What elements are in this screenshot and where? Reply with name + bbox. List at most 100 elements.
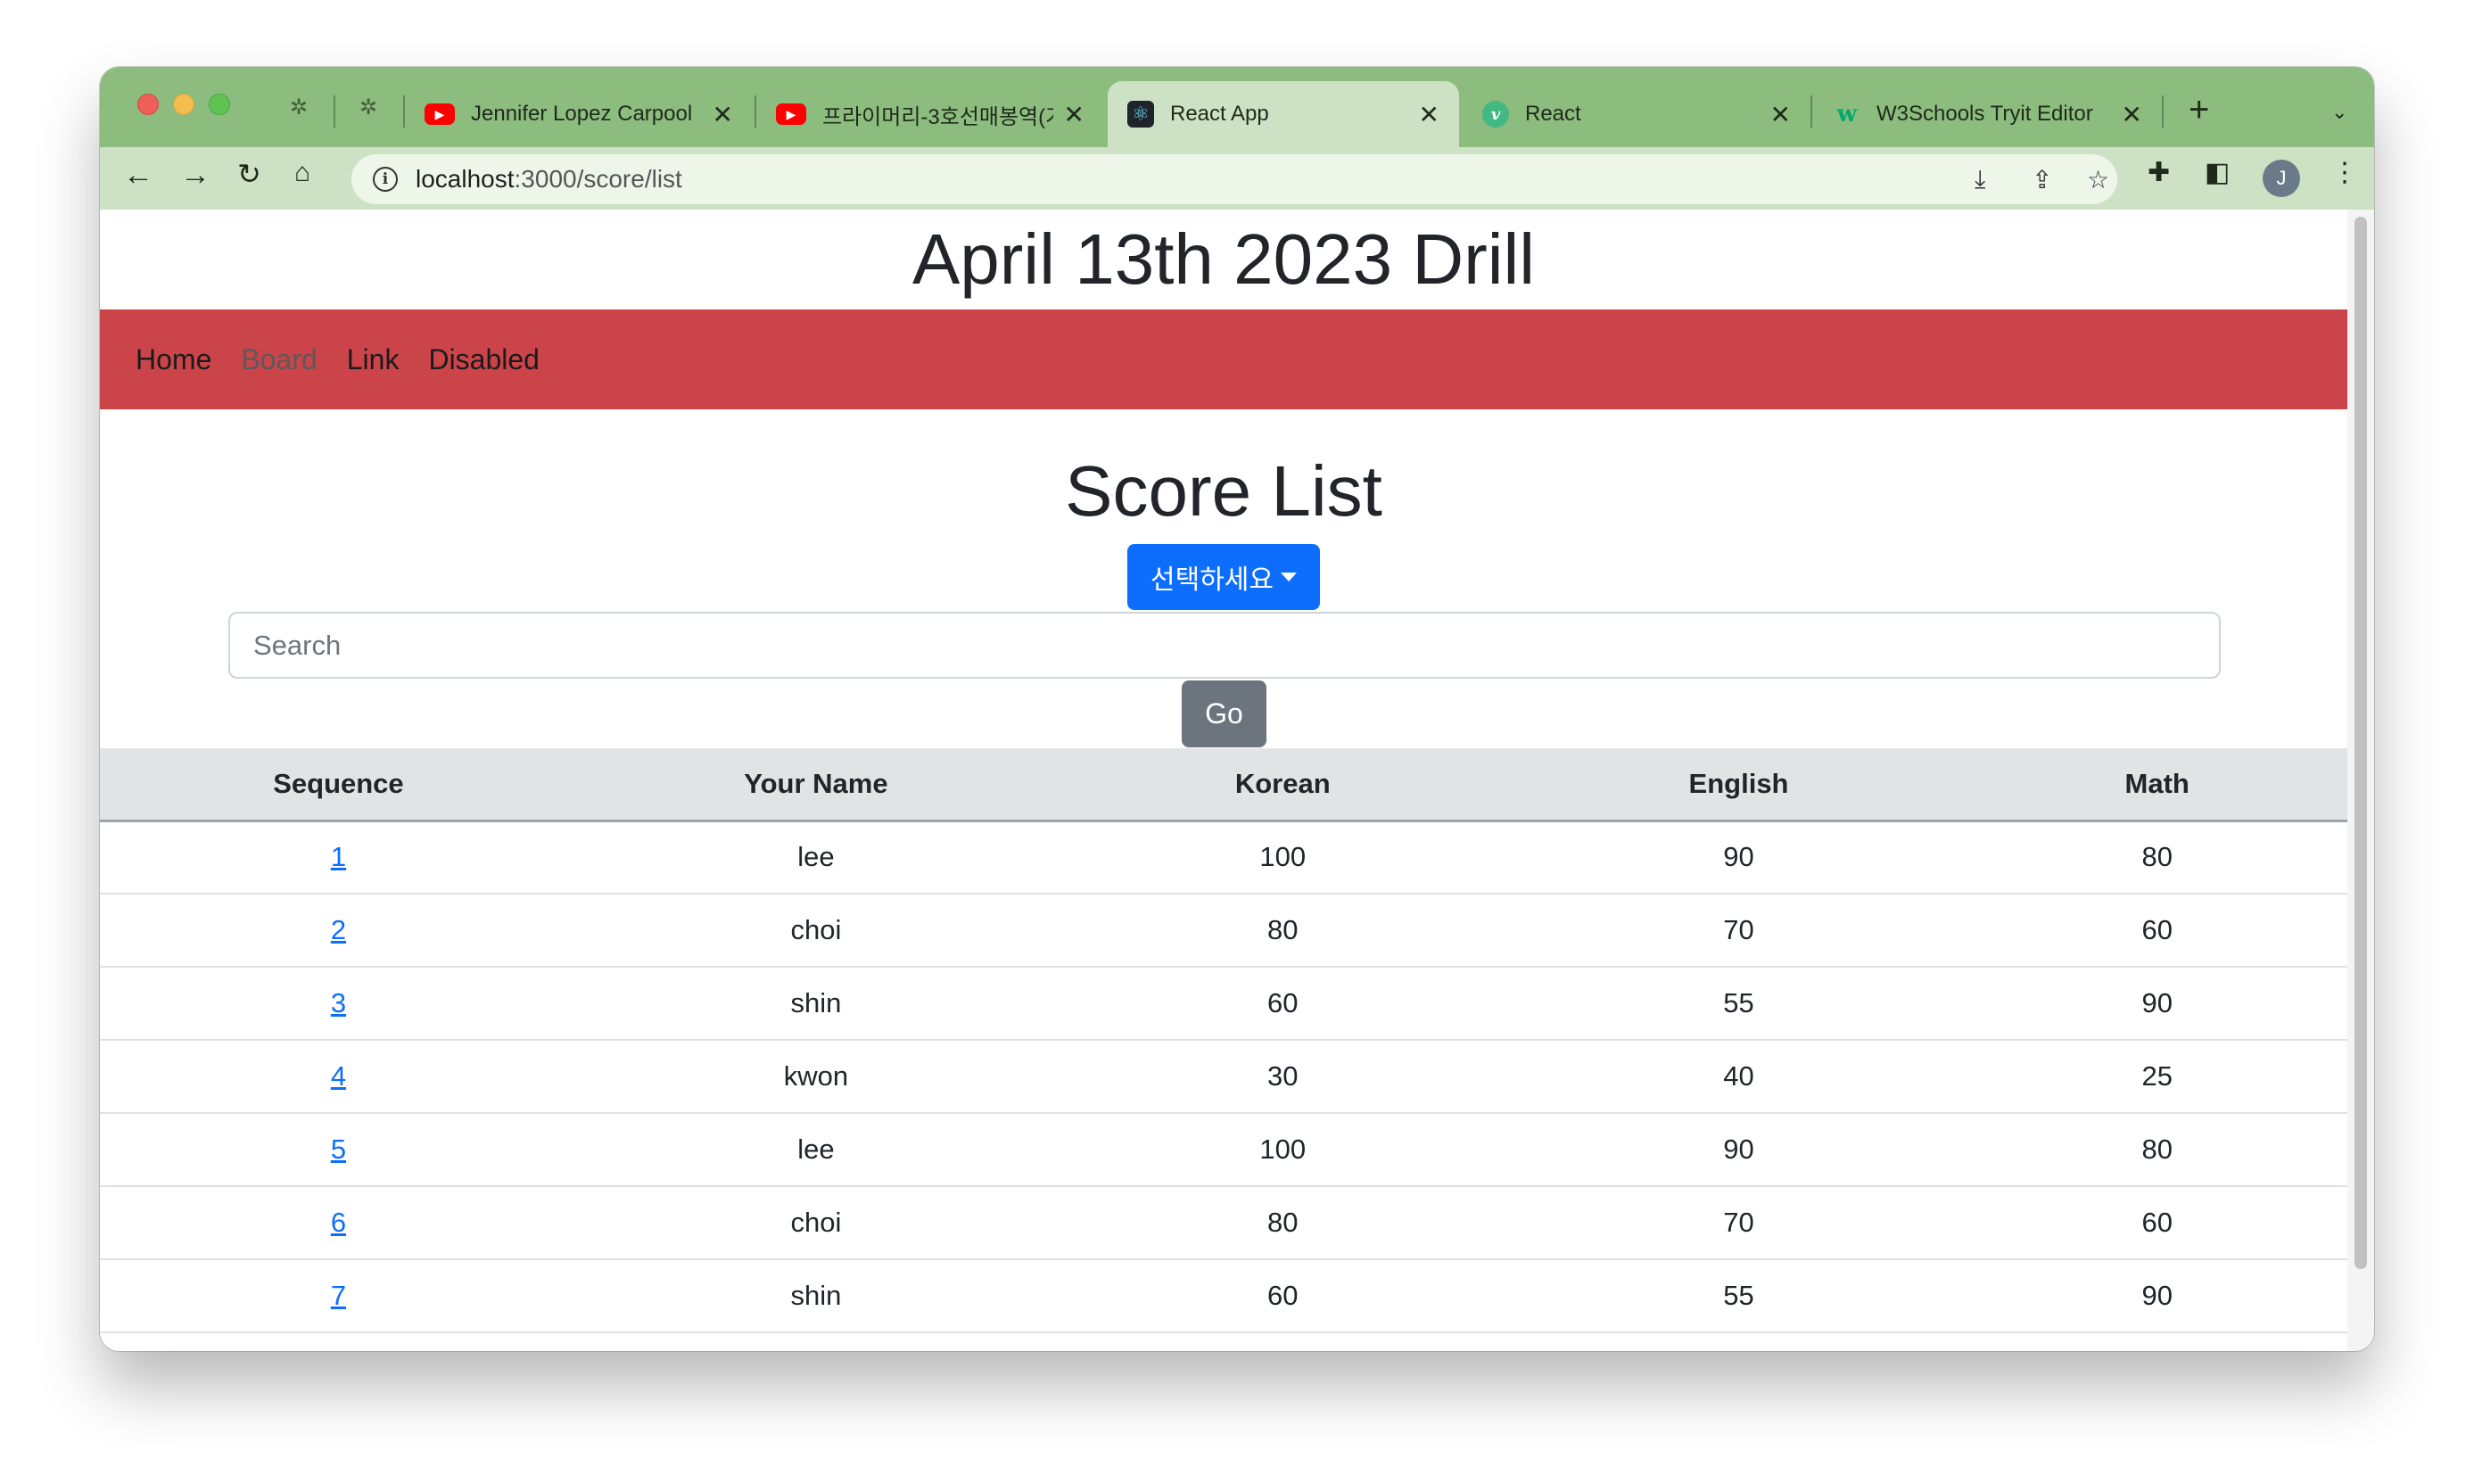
sequence-link[interactable]: 1 (331, 841, 346, 872)
back-arrow-icon[interactable]: ← (123, 160, 153, 190)
cell-korean: 30 (1054, 1040, 1511, 1114)
sequence-link[interactable]: 2 (331, 914, 346, 945)
cell-name: shin (576, 967, 1055, 1041)
cell-math: 60 (1967, 1186, 2347, 1260)
select-dropdown-button[interactable]: 선택하세요 (1127, 544, 1320, 610)
pinned-tab-chatgpt-icon[interactable]: ✲ (355, 94, 382, 120)
score-list-heading: Score List (1065, 451, 1382, 531)
table-row: 4 kwon 30 40 25 (100, 1040, 2347, 1114)
close-icon[interactable]: ✕ (1770, 100, 1791, 129)
minimize-window-button[interactable] (173, 94, 194, 115)
browser-window: ✲ ✲ ▶ Jennifer Lopez Carpool ✕ ▶ 프라이머리-3… (100, 67, 2374, 1351)
score-table: Sequence Your Name Korean English Math 1… (100, 748, 2347, 1333)
tab-strip: ✲ ✲ ▶ Jennifer Lopez Carpool ✕ ▶ 프라이머리-3… (100, 67, 2374, 147)
url-path: :3000/score/list (514, 165, 682, 193)
side-panel-icon[interactable]: ◧ (2205, 160, 2230, 186)
cell-name: lee (576, 820, 1055, 895)
cell-math: 90 (1967, 1259, 2347, 1333)
cell-korean: 80 (1054, 1186, 1511, 1260)
close-icon[interactable]: ✕ (1419, 100, 1439, 129)
cell-name: kwon (576, 1040, 1055, 1114)
close-icon[interactable]: ✕ (2122, 100, 2142, 129)
cell-korean: 80 (1054, 894, 1511, 968)
header-math: Math (1967, 748, 2347, 822)
tab-w3schools[interactable]: w W3Schools Tryit Editor ✕ (1814, 81, 2162, 147)
install-app-icon[interactable]: ⤓ (1975, 165, 1985, 194)
sequence-link[interactable]: 4 (331, 1060, 346, 1092)
vue-icon: v (1482, 101, 1509, 128)
cell-english: 70 (1510, 894, 1967, 968)
cell-korean: 60 (1054, 967, 1511, 1041)
w3schools-icon: w (1836, 101, 1858, 128)
cell-name: choi (576, 894, 1055, 968)
pinned-tab-chatgpt-icon[interactable]: ✲ (285, 94, 312, 120)
tab-separator (334, 95, 335, 128)
header-sequence: Sequence (100, 748, 577, 822)
cell-korean: 100 (1054, 1113, 1511, 1187)
extensions-puzzle-icon[interactable]: ✚ (2148, 160, 2170, 186)
cell-math: 90 (1967, 967, 2347, 1041)
share-icon[interactable]: ⇪ (2032, 165, 2052, 194)
cell-korean: 100 (1054, 820, 1511, 895)
site-navbar: Home Board Link Disabled (100, 309, 2347, 409)
table-row: 7 shin 60 55 90 (100, 1259, 2347, 1333)
table-row: 3 shin 60 55 90 (100, 967, 2347, 1041)
url-host: localhost (416, 165, 515, 193)
site-info-icon[interactable]: i (373, 167, 398, 192)
nav-link-link[interactable]: Link (347, 343, 400, 376)
tab-primary-maebong[interactable]: ▶ 프라이머리-3호선매봉역(가 ✕ (756, 81, 1104, 147)
tab-react-app[interactable]: ⚛ React App ✕ (1108, 81, 1459, 147)
close-icon[interactable]: ✕ (713, 100, 733, 129)
profile-avatar[interactable]: J (2263, 160, 2300, 197)
cell-korean: 60 (1054, 1259, 1511, 1333)
close-icon[interactable]: ✕ (1064, 100, 1084, 129)
nav-link-board[interactable]: Board (241, 343, 317, 376)
new-tab-plus-icon[interactable]: + (2189, 92, 2209, 128)
nav-link-home[interactable]: Home (136, 343, 211, 376)
cell-sequence: 1 (100, 820, 577, 895)
address-bar[interactable]: i localhost:3000/score/list ⤓ ⇪ ☆ (351, 154, 2117, 204)
zoom-window-button[interactable] (209, 94, 230, 115)
go-button[interactable]: Go (1182, 680, 1266, 747)
table-row: 6 choi 80 70 60 (100, 1186, 2347, 1260)
search-input[interactable] (228, 612, 2221, 679)
bookmark-star-icon[interactable]: ☆ (2087, 165, 2109, 194)
scrollbar-thumb[interactable] (2354, 217, 2367, 1269)
page-viewport: April 13th 2023 Drill Home Board Link Di… (100, 210, 2374, 1351)
caret-down-icon (1281, 573, 1297, 581)
sequence-link[interactable]: 6 (331, 1207, 346, 1238)
cell-sequence: 6 (100, 1186, 577, 1260)
more-menu-icon[interactable]: ⋮ (2331, 160, 2358, 186)
sequence-link[interactable]: 3 (331, 987, 346, 1018)
tab-react-vue[interactable]: v React ✕ (1463, 81, 1810, 147)
tab-title: React App (1170, 102, 1269, 126)
header-your-name: Your Name (576, 748, 1055, 822)
cell-sequence: 2 (100, 894, 577, 968)
reload-icon[interactable]: ↻ (237, 160, 261, 188)
react-icon: ⚛ (1127, 101, 1154, 128)
sequence-link[interactable]: 5 (331, 1134, 346, 1165)
cell-sequence: 5 (100, 1113, 577, 1187)
tab-title: 프라이머리-3호선매봉역(가 (822, 104, 1053, 129)
cell-sequence: 4 (100, 1040, 577, 1114)
nav-link-disabled[interactable]: Disabled (428, 343, 540, 376)
cell-math: 80 (1967, 1113, 2347, 1187)
close-window-button[interactable] (137, 94, 159, 115)
tab-title: W3Schools Tryit Editor (1876, 102, 2093, 126)
browser-toolbar: ← → ↻ ⌂ i localhost:3000/score/list ⤓ ⇪ … (100, 147, 2374, 210)
youtube-icon: ▶ (425, 103, 455, 125)
vertical-scrollbar[interactable] (2347, 210, 2374, 1351)
tab-jennifer-lopez[interactable]: ▶ Jennifer Lopez Carpool ✕ (405, 81, 753, 147)
cell-math: 80 (1967, 820, 2347, 895)
cell-english: 55 (1510, 1259, 1967, 1333)
cell-english: 90 (1510, 1113, 1967, 1187)
cell-name: lee (576, 1113, 1055, 1187)
youtube-icon: ▶ (776, 103, 806, 125)
sequence-link[interactable]: 7 (331, 1280, 346, 1311)
home-icon[interactable]: ⌂ (294, 160, 310, 186)
header-english: English (1510, 748, 1967, 822)
tab-separator (1810, 95, 1812, 128)
forward-arrow-icon[interactable]: → (180, 160, 210, 190)
url-text[interactable]: localhost:3000/score/list (416, 165, 682, 194)
tab-search-chevron-down-icon[interactable]: ⌄ (2331, 101, 2347, 124)
